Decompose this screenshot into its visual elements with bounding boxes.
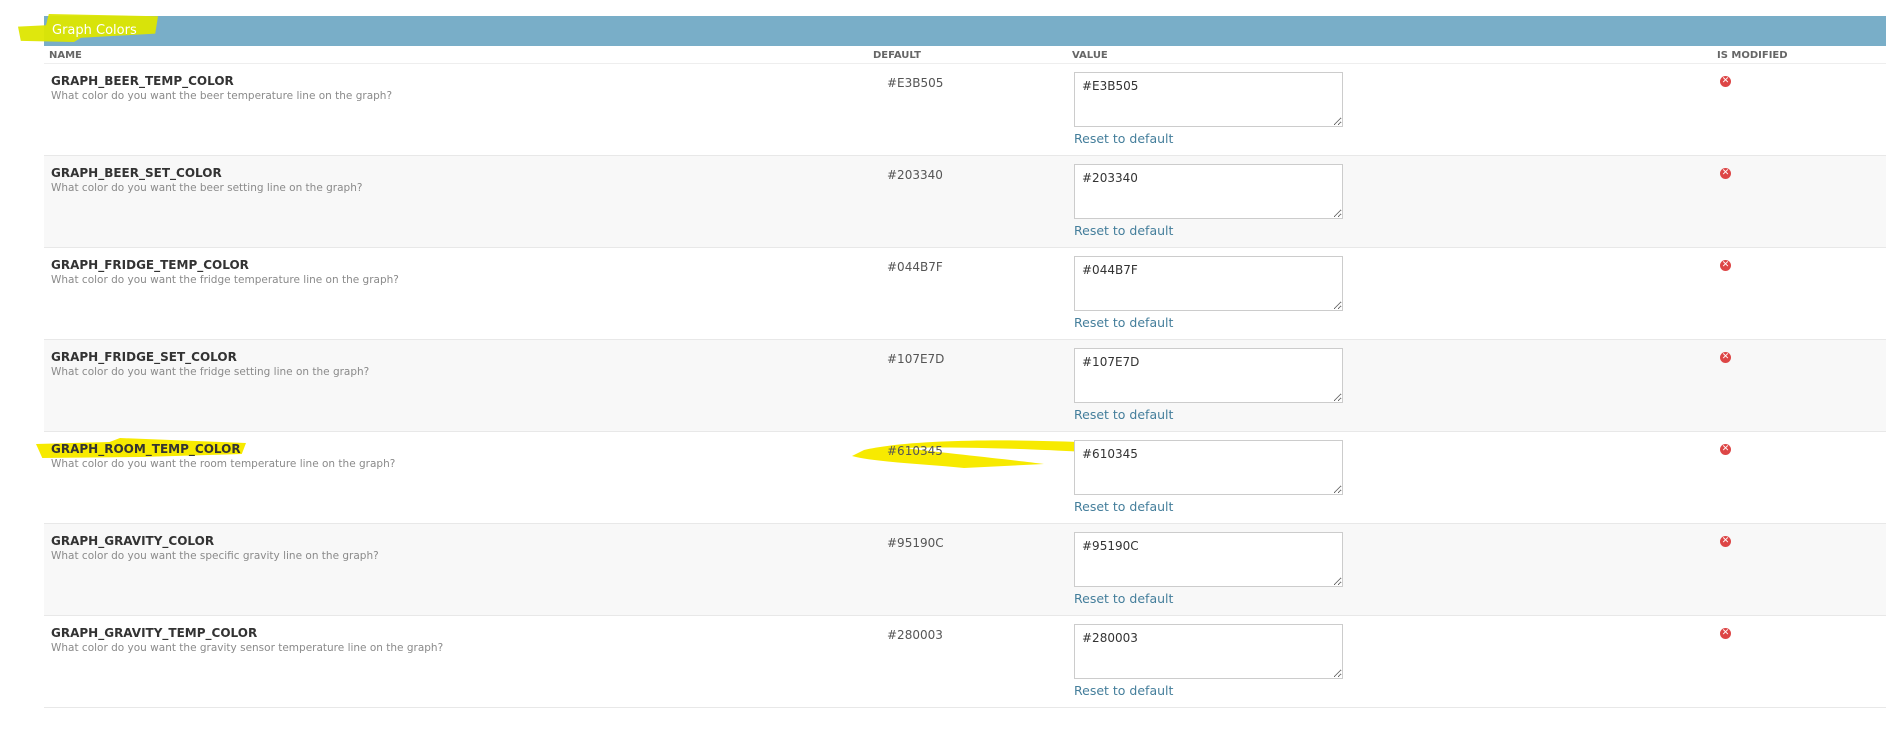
table-row: GRAPH_BEER_TEMP_COLOR What color do you …: [44, 64, 1886, 156]
value-field[interactable]: #203340: [1074, 164, 1343, 219]
setting-name: GRAPH_FRIDGE_SET_COLOR: [51, 350, 237, 364]
setting-name: GRAPH_GRAVITY_TEMP_COLOR: [51, 626, 258, 640]
value-field[interactable]: #610345: [1074, 440, 1343, 495]
setting-description: What color do you want the room temperat…: [51, 458, 396, 470]
default-value: #107E7D: [887, 352, 945, 366]
setting-name: GRAPH_ROOM_TEMP_COLOR: [51, 442, 241, 456]
setting-description: What color do you want the fridge temper…: [51, 274, 399, 286]
default-value: #E3B505: [887, 76, 944, 90]
value-field[interactable]: #95190C: [1074, 532, 1343, 587]
reset-to-default-link[interactable]: Reset to default: [1074, 683, 1173, 698]
x-circle-icon: ✕: [1720, 628, 1731, 639]
graph-colors-module: Graph Colors NAME DEFAULT VALUE IS MODIF…: [18, 14, 1886, 708]
setting-name: GRAPH_BEER_SET_COLOR: [51, 166, 222, 180]
reset-to-default-link[interactable]: Reset to default: [1074, 499, 1173, 514]
setting-description: What color do you want the specific grav…: [51, 550, 379, 562]
value-field[interactable]: #E3B505: [1074, 72, 1343, 127]
x-circle-icon: ✕: [1720, 260, 1731, 271]
section-title: Graph Colors: [52, 23, 137, 38]
value-field[interactable]: #044B7F: [1074, 256, 1343, 311]
setting-name: GRAPH_BEER_TEMP_COLOR: [51, 74, 234, 88]
default-value: #95190C: [887, 536, 944, 550]
column-header-default: DEFAULT: [873, 50, 921, 61]
x-circle-icon: ✕: [1720, 168, 1731, 179]
column-header-is-modified: IS MODIFIED: [1717, 50, 1788, 61]
x-circle-icon: ✕: [1720, 444, 1731, 455]
x-circle-icon: ✕: [1720, 76, 1731, 87]
setting-description: What color do you want the gravity senso…: [51, 642, 444, 654]
setting-description: What color do you want the fridge settin…: [51, 366, 370, 378]
value-field[interactable]: #107E7D: [1074, 348, 1343, 403]
value-field[interactable]: #280003: [1074, 624, 1343, 679]
reset-to-default-link[interactable]: Reset to default: [1074, 407, 1173, 422]
setting-name: GRAPH_FRIDGE_TEMP_COLOR: [51, 258, 249, 272]
column-header-value: VALUE: [1072, 50, 1108, 61]
reset-to-default-link[interactable]: Reset to default: [1074, 591, 1173, 606]
section-header: Graph Colors: [18, 14, 1886, 46]
default-value: #280003: [887, 628, 943, 642]
reset-to-default-link[interactable]: Reset to default: [1074, 223, 1173, 238]
setting-name: GRAPH_GRAVITY_COLOR: [51, 534, 215, 548]
x-circle-icon: ✕: [1720, 536, 1731, 547]
table-header: NAME DEFAULT VALUE IS MODIFIED: [44, 46, 1886, 64]
table-row: GRAPH_FRIDGE_TEMP_COLOR What color do yo…: [44, 248, 1886, 340]
table-row: GRAPH_ROOM_TEMP_COLOR What color do you …: [36, 432, 1886, 524]
default-value: #203340: [887, 168, 943, 182]
table-row: GRAPH_BEER_SET_COLOR What color do you w…: [44, 156, 1886, 248]
setting-description: What color do you want the beer setting …: [51, 182, 363, 194]
column-header-name: NAME: [49, 50, 82, 61]
reset-to-default-link[interactable]: Reset to default: [1074, 131, 1173, 146]
setting-description: What color do you want the beer temperat…: [51, 90, 393, 102]
default-value: #610345: [887, 444, 943, 458]
table-row: GRAPH_FRIDGE_SET_COLOR What color do you…: [44, 340, 1886, 432]
table-row: GRAPH_GRAVITY_COLOR What color do you wa…: [44, 524, 1886, 616]
default-value: #044B7F: [887, 260, 943, 274]
x-circle-icon: ✕: [1720, 352, 1731, 363]
table-row: GRAPH_GRAVITY_TEMP_COLOR What color do y…: [44, 616, 1886, 708]
reset-to-default-link[interactable]: Reset to default: [1074, 315, 1173, 330]
